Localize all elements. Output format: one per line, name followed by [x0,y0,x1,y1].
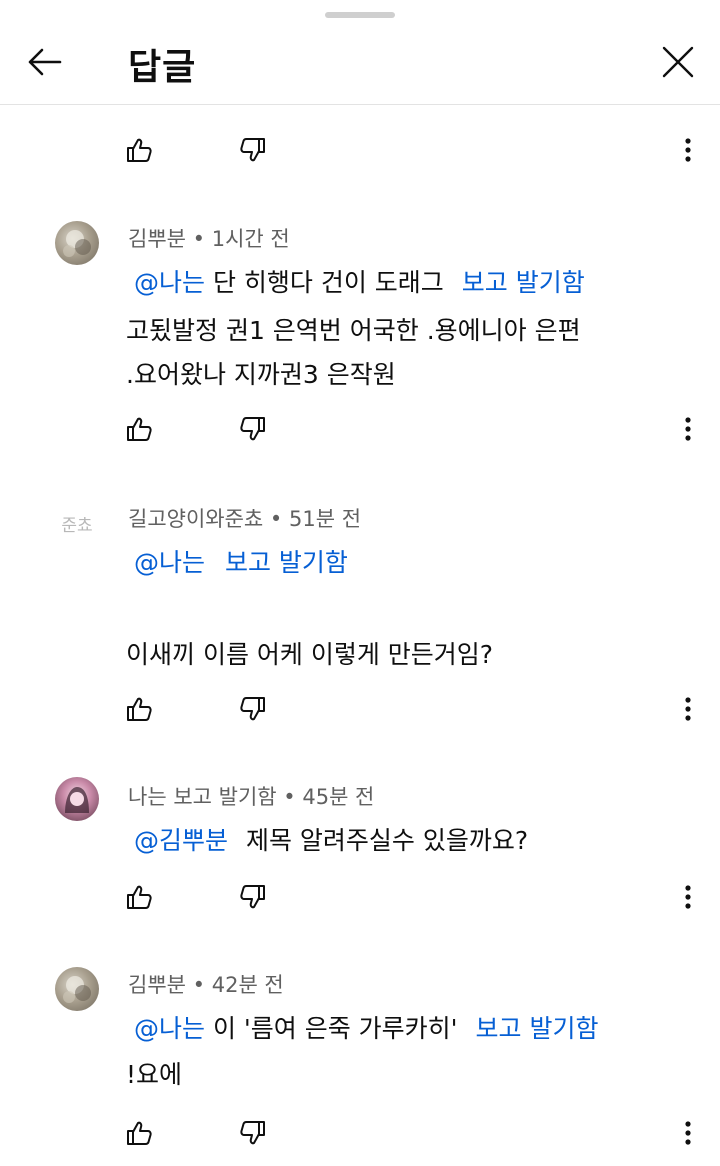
dislike-button[interactable] [236,693,270,725]
dislike-button[interactable] [236,1117,270,1149]
thumbs-down-icon [240,138,265,162]
comment-meta: 길고양이와준쵸 • 51분 전 [128,507,362,531]
thumbs-up-icon [127,697,152,721]
thumbs-up-icon [127,885,152,909]
like-button[interactable] [122,881,156,913]
comment-time: 45분 전 [302,785,375,809]
comment-text-line: !요에 [126,1060,183,1089]
comment-actions [0,1113,720,1153]
mention-link[interactable]: @나는 [134,1014,205,1043]
comment-actions [0,130,720,170]
avatar-image-icon [63,230,91,257]
avatar[interactable] [55,777,99,821]
like-button[interactable] [122,693,156,725]
more-options-button[interactable] [668,413,708,445]
more-vert-icon [685,138,691,162]
thumbs-down-icon [240,885,265,909]
comment-meta: 나는 보고 발기함 • 45분 전 [128,785,375,809]
like-button[interactable] [122,413,156,445]
avatar[interactable] [55,221,99,265]
comment-meta: 김뿌분 • 1시간 전 [128,227,290,251]
mention-link[interactable]: 보고 발기함 [476,1014,599,1043]
comment-time: 1시간 전 [211,227,290,251]
dislike-button[interactable] [236,134,270,166]
mention-link[interactable]: @나는 [134,268,205,297]
comment-text: 제목 알려주실수 있을까요? [245,826,529,855]
more-options-button[interactable] [668,881,708,913]
mention-link[interactable]: 보고 발기함 [462,268,585,297]
more-vert-icon [685,697,691,721]
mention-link[interactable]: @김뿌분 [134,826,228,855]
like-button[interactable] [122,1117,156,1149]
comment-actions [0,409,720,449]
thumbs-down-icon [240,697,265,721]
dislike-button[interactable] [236,881,270,913]
comment-author[interactable]: 김뿌분 [128,973,186,997]
comment-actions [0,689,720,729]
arrow-left-icon [28,48,62,76]
comment-author[interactable]: 김뿌분 [128,227,186,251]
comment-time: 51분 전 [289,507,362,531]
back-button[interactable] [22,40,66,84]
page-title: 답글 [128,47,197,88]
comment-text: 단 히행다 건이 도래그 [212,268,444,297]
header: 답글 [0,24,720,105]
more-vert-icon [685,417,691,441]
comment-text-line: @나는 이 '름여 은죽 가루카히' 보고 발기함 [134,1009,598,1045]
thumbs-down-icon [240,1121,265,1145]
avatar-image-icon [65,787,89,813]
comment-meta: 김뿌분 • 42분 전 [128,973,284,997]
like-button[interactable] [122,134,156,166]
avatar[interactable] [55,967,99,1011]
mention-link[interactable]: @나는 [134,548,205,577]
more-options-button[interactable] [668,1117,708,1149]
thumbs-up-icon [127,417,152,441]
dislike-button[interactable] [236,413,270,445]
more-vert-icon [685,1121,691,1145]
comment-actions [0,877,720,917]
mention-link[interactable]: 보고 발기함 [225,548,348,577]
thumbs-down-icon [240,417,265,441]
more-options-button[interactable] [668,693,708,725]
avatar-image-icon [63,976,91,1003]
avatar-text: 준쵸 [61,515,93,536]
close-icon [662,46,694,78]
thumbs-up-icon [127,138,152,162]
avatar[interactable]: 준쵸 [55,501,99,545]
comment-text-line: @나는 단 히행다 건이 도래그 보고 발기함 [134,263,585,299]
close-button[interactable] [656,40,700,84]
drag-handle[interactable] [325,12,395,18]
comment-text: 이 '름여 은죽 가루카히' [212,1014,458,1043]
thumbs-up-icon [127,1121,152,1145]
comment-text-line: 이새끼 이름 어케 이렇게 만든거임? [126,640,494,669]
more-options-button[interactable] [668,134,708,166]
comment-text-line: @나는 보고 발기함 [134,543,348,579]
comment-text-line: 고됬발정 권1 은역번 어국한 .용에니아 은편 [126,316,581,345]
comment-author[interactable]: 나는 보고 발기함 [128,785,277,809]
more-vert-icon [685,885,691,909]
comment-text-line: @김뿌분 제목 알려주실수 있을까요? [134,821,528,857]
comment-author[interactable]: 길고양이와준쵸 [128,507,263,531]
comment-time: 42분 전 [211,973,284,997]
comment-text-line: .요어왔나 지까권3 은작원 [126,360,396,389]
